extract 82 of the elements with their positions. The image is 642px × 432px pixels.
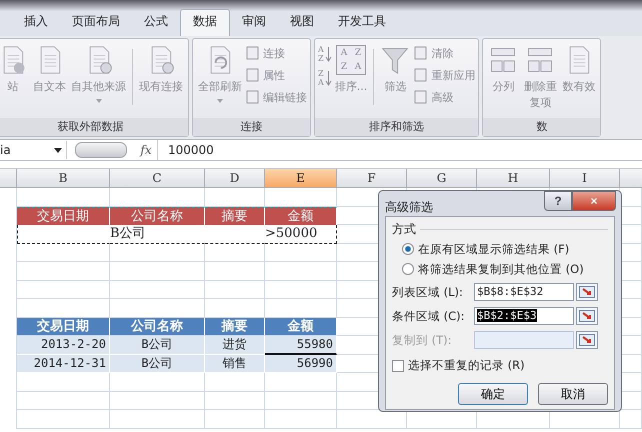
empty-cell[interactable] — [205, 244, 265, 262]
checkbox[interactable] — [392, 360, 404, 372]
table-cell: 2014-12-31 — [17, 354, 110, 373]
radio-button[interactable] — [402, 263, 414, 275]
table-cell: 销售 — [205, 354, 265, 373]
range-field[interactable]: $B$2:$E$3 — [474, 307, 574, 325]
group-label: 连接 — [193, 118, 310, 136]
radio-option[interactable]: 在原有区域显示筛选结果 (F) — [402, 240, 608, 258]
ribbon-tab[interactable]: 视图 — [278, 10, 326, 36]
collapse-dialog-button[interactable] — [576, 331, 598, 349]
checkbox-option[interactable]: 选择不重复的记录 (R) — [392, 358, 608, 373]
dialog-title: 高级筛选 — [385, 199, 433, 216]
column-header[interactable]: I — [550, 169, 620, 187]
header-cell: 金额 — [265, 318, 337, 336]
column-header[interactable]: C — [110, 169, 205, 187]
dialog-button[interactable]: 确定 — [458, 383, 528, 405]
table-cell: 2013-2-20 — [17, 336, 110, 354]
header-cell: 摘要 — [205, 318, 265, 336]
empty-cell[interactable] — [265, 244, 337, 262]
table-cell: B公司 — [110, 336, 205, 354]
collapse-dialog-button[interactable] — [576, 283, 598, 301]
empty-cell[interactable] — [265, 280, 337, 299]
funnel-icon — [380, 45, 410, 75]
header-cell: 公司名称 — [110, 206, 205, 225]
header-cell: 金额 — [265, 206, 337, 225]
table-cell: B公司 — [110, 354, 205, 373]
empty-cell[interactable] — [110, 262, 205, 280]
header-cell: 公司名称 — [110, 318, 205, 336]
criteria-cell[interactable]: >50000 — [265, 225, 337, 244]
column-header[interactable]: G — [407, 169, 477, 187]
empty-cell[interactable] — [110, 392, 205, 410]
column-header[interactable]: E — [265, 169, 337, 187]
resize-handle-icon[interactable] — [75, 142, 127, 158]
ribbon-tab[interactable]: 数据 — [180, 9, 230, 36]
range-field[interactable] — [474, 331, 574, 349]
empty-cell[interactable] — [620, 410, 642, 428]
empty-cell[interactable] — [205, 392, 265, 410]
group-label: 获取外部数据 — [0, 118, 188, 136]
dialog-button[interactable]: 取消 — [538, 383, 608, 405]
table-cell: 进货 — [205, 336, 265, 354]
radio-button[interactable] — [402, 243, 414, 255]
criteria-cell[interactable] — [17, 225, 110, 244]
criteria-cell[interactable]: B公司 — [110, 225, 205, 244]
column-header[interactable]: B — [17, 169, 110, 187]
group-label: 数 — [483, 118, 600, 136]
header-cell: 交易日期 — [17, 318, 110, 336]
table-cell: 55980 — [265, 336, 337, 354]
field-label: 列表区域 (L): — [392, 284, 464, 300]
empty-cell[interactable] — [110, 410, 205, 428]
header-cell: 交易日期 — [17, 206, 110, 225]
field-label: 条件区域 (C): — [392, 308, 466, 324]
insert-function-button[interactable]: fx — [135, 143, 157, 157]
header-cell: 摘要 — [205, 206, 265, 225]
column-header[interactable]: F — [337, 169, 407, 187]
empty-cell[interactable] — [110, 373, 205, 392]
formula-field[interactable]: 100000 — [157, 140, 642, 160]
ribbon-tab[interactable]: 公式 — [132, 10, 180, 36]
empty-cell[interactable] — [265, 373, 337, 392]
help-button[interactable]: ? — [544, 191, 572, 211]
ribbon-tab[interactable]: 审阅 — [230, 10, 278, 36]
name-box[interactable]: ia — [0, 141, 67, 159]
ribbon-tab[interactable]: 插入 — [12, 10, 60, 36]
empty-cell[interactable] — [205, 410, 265, 428]
empty-cell[interactable] — [265, 410, 337, 428]
field-label: 复制到 (T): — [392, 332, 453, 348]
column-header[interactable]: H — [477, 169, 550, 187]
ribbon-tab[interactable]: 开发工具 — [326, 10, 398, 36]
range-field[interactable]: $B$8:$E$32 — [474, 283, 574, 301]
empty-cell[interactable] — [205, 280, 265, 299]
ribbon-tab[interactable]: 页面布局 — [60, 10, 132, 36]
empty-cell[interactable] — [205, 373, 265, 392]
table-cell: 56990 — [265, 354, 337, 373]
sort-icon: A Z Z A — [336, 45, 366, 75]
radio-option[interactable]: 将筛选结果复制到其他位置 (O) — [402, 260, 608, 278]
section-label: 方式 — [392, 221, 416, 238]
group-label: 排序和筛选 — [315, 118, 478, 136]
empty-cell[interactable] — [265, 392, 337, 410]
collapse-dialog-button[interactable] — [576, 307, 598, 325]
empty-cell[interactable] — [205, 262, 265, 280]
empty-cell[interactable] — [265, 262, 337, 280]
empty-cell[interactable] — [110, 280, 205, 299]
empty-cell[interactable] — [110, 244, 205, 262]
